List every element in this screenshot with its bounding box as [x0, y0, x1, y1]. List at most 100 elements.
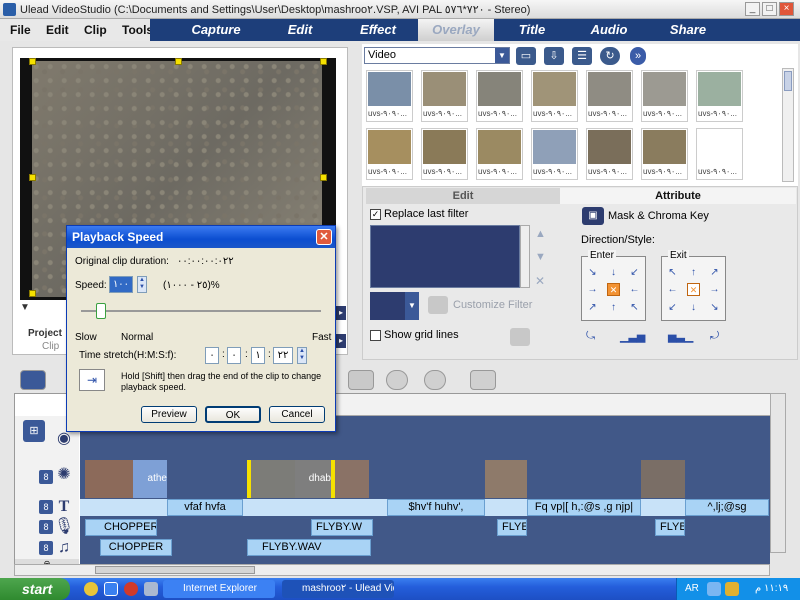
no-direction-icon[interactable]: ✕: [687, 283, 700, 296]
overlay-clip-label[interactable]: dhab: [295, 460, 331, 498]
music-clip[interactable]: FLYBY.WAV: [247, 539, 371, 556]
options-icon[interactable]: ☰: [572, 47, 592, 65]
speed-input[interactable]: ١٠٠: [109, 276, 133, 293]
scrubber-marker-icon[interactable]: ▼: [20, 302, 36, 313]
arrow-left-icon[interactable]: ←: [629, 284, 640, 295]
arrow-up-right-icon[interactable]: ↗: [709, 267, 720, 278]
resize-handle[interactable]: [320, 174, 327, 181]
refresh-icon[interactable]: ↻: [600, 47, 620, 65]
time-hours[interactable]: ٠: [205, 347, 219, 364]
chevron-down-icon[interactable]: ▼: [405, 292, 419, 320]
attr-tab-attribute[interactable]: Attribute: [560, 188, 796, 204]
mask-chroma-icon[interactable]: ▣: [582, 207, 604, 225]
tab-overlay[interactable]: Overlay: [418, 19, 494, 41]
expand-icon[interactable]: »: [630, 47, 646, 65]
preset-thumbnail[interactable]: [370, 292, 405, 320]
timeline-vscrollbar[interactable]: [770, 393, 786, 553]
voice-clip[interactable]: CHOPPER: [85, 519, 157, 536]
library-thumbnail[interactable]: uvs-٩٠٩٠...: [421, 128, 468, 180]
speed-spinner[interactable]: ▲ ▼: [137, 276, 147, 293]
tab-title[interactable]: Title: [494, 19, 570, 41]
folder-icon[interactable]: ▭: [516, 47, 536, 65]
speaker-icon[interactable]: [725, 582, 739, 596]
voice-lock-icon[interactable]: 8: [39, 520, 53, 534]
minimize-button[interactable]: _: [745, 2, 760, 16]
overlay-clip[interactable]: [641, 460, 685, 498]
time-seconds[interactable]: ١: [251, 347, 265, 364]
resize-handle[interactable]: [320, 58, 327, 65]
arrow-right-icon[interactable]: →: [709, 284, 720, 295]
arrow-down-left-icon[interactable]: ↙: [667, 302, 678, 313]
overlay-clip[interactable]: [251, 460, 295, 498]
task-internet-explorer[interactable]: Internet Explorer: [163, 580, 275, 598]
import-icon[interactable]: ⇩: [544, 47, 564, 65]
close-button[interactable]: ×: [779, 2, 794, 16]
title-clip[interactable]: vfaf hvfa: [167, 499, 243, 516]
voice-clip[interactable]: FLYBY.W: [311, 519, 373, 536]
no-direction-icon[interactable]: ✕: [607, 283, 620, 296]
cancel-button[interactable]: Cancel: [269, 406, 325, 423]
end-icon[interactable]: ▸: [336, 334, 346, 348]
library-thumbnail[interactable]: uvs-٩٠٩٠...: [421, 70, 468, 122]
library-thumbnail[interactable]: uvs-٩٠٩٠...: [476, 128, 523, 180]
overlay-clip-label[interactable]: athe: [133, 460, 167, 498]
grid-options-icon[interactable]: [510, 328, 530, 346]
tray-icon[interactable]: [707, 582, 721, 596]
dialog-close-icon[interactable]: ✕: [316, 229, 332, 245]
preview-button[interactable]: Preview: [141, 406, 197, 423]
overlay-clip[interactable]: [335, 460, 369, 498]
attr-tab-edit[interactable]: Edit: [366, 188, 560, 204]
next-frame-icon[interactable]: ▸: [336, 306, 346, 320]
move-down-icon[interactable]: ▼: [535, 251, 546, 263]
arrow-down-left-icon[interactable]: ↗: [587, 302, 598, 313]
tab-share[interactable]: Share: [648, 19, 728, 41]
library-scrollbar[interactable]: [782, 68, 794, 182]
library-thumbnail[interactable]: uvs-٩٠٩٠...: [476, 70, 523, 122]
tab-edit[interactable]: Edit: [258, 19, 342, 41]
library-category-select[interactable]: Video ▼: [364, 47, 510, 64]
browser-icon[interactable]: [84, 582, 98, 596]
filter-list[interactable]: [370, 225, 520, 288]
remove-filter-icon[interactable]: ✕: [535, 274, 545, 288]
scroll-thumb[interactable]: [95, 566, 255, 574]
title-lock-icon[interactable]: 8: [39, 500, 53, 514]
menu-edit[interactable]: Edit: [46, 23, 69, 37]
language-indicator[interactable]: AR: [685, 583, 699, 594]
start-button[interactable]: start: [0, 578, 70, 600]
resize-handle[interactable]: [29, 174, 36, 181]
arrow-down-icon[interactable]: ↓: [608, 267, 619, 278]
time-spinner[interactable]: ▲ ▼: [297, 347, 307, 364]
voice-clip[interactable]: FLYB: [655, 519, 685, 536]
library-thumbnail[interactable]: uvs-٩٠٩٠...: [366, 70, 413, 122]
mask-chroma-label[interactable]: Mask & Chroma Key: [608, 210, 709, 222]
arrow-up-left-icon[interactable]: ↘: [587, 267, 598, 278]
track-manager-icon[interactable]: ⊞: [23, 420, 45, 442]
smart-proxy-icon[interactable]: [470, 370, 496, 390]
customize-filter-label[interactable]: Customize Filter: [453, 299, 532, 311]
tab-capture[interactable]: Capture: [174, 19, 258, 41]
storyboard-view-icon[interactable]: [20, 370, 46, 390]
library-thumbnail[interactable]: uvs-٩٠٩٠...: [696, 128, 743, 180]
project-mode-label[interactable]: Project: [28, 328, 62, 339]
overlay-clip[interactable]: [485, 460, 527, 498]
timeline-hscrollbar[interactable]: [14, 564, 770, 576]
resize-handle[interactable]: [175, 58, 182, 65]
menu-file[interactable]: File: [10, 23, 31, 37]
overlay-lock-icon[interactable]: 8: [39, 470, 53, 484]
filter-list-scrollbar[interactable]: [520, 225, 530, 288]
arrow-up-right-icon[interactable]: ↙: [629, 267, 640, 278]
arrow-down-right-icon[interactable]: ↘: [709, 302, 720, 313]
ie-icon[interactable]: [104, 582, 118, 596]
library-thumbnail[interactable]: uvs-٩٠٩٠...: [641, 70, 688, 122]
task-ulead[interactable]: mashroo٢ - Ulead Vid...: [282, 580, 394, 598]
library-thumbnail[interactable]: uvs-٩٠٩٠...: [531, 128, 578, 180]
music-lock-icon[interactable]: 8: [39, 541, 53, 555]
arrow-up-icon[interactable]: ↑: [608, 302, 619, 313]
desktop-icon[interactable]: [144, 582, 158, 596]
library-thumbnail[interactable]: uvs-٩٠٩٠...: [366, 128, 413, 180]
library-thumbnail[interactable]: uvs-٩٠٩٠...: [696, 70, 743, 122]
menu-clip[interactable]: Clip: [84, 23, 107, 37]
arrow-left-icon[interactable]: ←: [667, 284, 678, 295]
maximize-button[interactable]: □: [762, 2, 777, 16]
show-grid-lines-checkbox[interactable]: [370, 330, 381, 341]
